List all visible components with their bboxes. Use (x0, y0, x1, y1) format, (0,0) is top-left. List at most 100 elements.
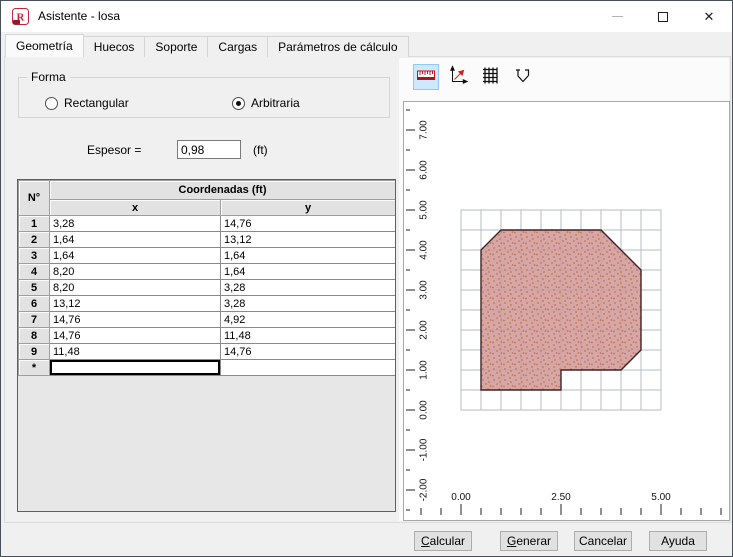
maximize-icon (658, 12, 668, 22)
calcular-button[interactable]: Calcular (414, 531, 472, 551)
cell-y[interactable]: 3,28 (221, 280, 396, 296)
cell-x[interactable]: 1,64 (50, 232, 221, 248)
coordinates-grid: N°Coordenadas (ft)xy13,2814,7621,6413,12… (17, 179, 396, 512)
tab-huecos[interactable]: Huecos (83, 36, 146, 57)
window-title: Asistente - losa (38, 9, 120, 23)
minimize-button[interactable] (594, 1, 640, 32)
tab-soporte[interactable]: Soporte (144, 36, 208, 57)
ruler-icon (416, 65, 436, 90)
robot-app-icon: R (12, 8, 29, 25)
grid-icon (480, 65, 500, 90)
radio-rectangular[interactable]: Rectangular (45, 96, 129, 110)
cell-y[interactable]: 3,28 (221, 296, 396, 312)
plot-toolbar (413, 64, 535, 90)
cell-x[interactable]: 11,48 (50, 344, 221, 360)
row-number[interactable]: 9 (19, 344, 50, 360)
svg-text:-1.00: -1.00 (419, 438, 430, 461)
dialog-window: R Asistente - losa ✕ GeometríaHuecosSopo… (0, 0, 733, 557)
radio-circle-icon (232, 97, 245, 110)
row-number[interactable]: 4 (19, 264, 50, 280)
radio-arbitraria[interactable]: Arbitraria (232, 96, 300, 110)
svg-text:2.50: 2.50 (551, 492, 571, 503)
cell-x[interactable]: 8,20 (50, 280, 221, 296)
cell-y[interactable]: 14,76 (221, 216, 396, 232)
row-number[interactable]: 1 (19, 216, 50, 232)
cell-y[interactable] (221, 360, 396, 376)
grid-tool-button[interactable] (477, 64, 503, 90)
close-button[interactable]: ✕ (686, 1, 732, 32)
table-row: 613,123,28 (19, 296, 396, 312)
cell-x[interactable]: 3,28 (50, 216, 221, 232)
svg-text:0.00: 0.00 (451, 492, 471, 503)
svg-text:5.00: 5.00 (419, 200, 430, 220)
contour-tool-button[interactable] (509, 64, 535, 90)
column-header-x: x (50, 200, 221, 216)
ayuda-button[interactable]: Ayuda (649, 531, 707, 551)
tab-strip: GeometríaHuecosSoporteCargasParámetros d… (5, 34, 408, 57)
forma-groupbox: Forma RectangularArbitraria (18, 77, 390, 118)
tab-geometr-a[interactable]: Geometría (5, 34, 84, 57)
table-row: 48,201,64 (19, 264, 396, 280)
new-row: * (19, 360, 396, 376)
cell-y[interactable]: 11,48 (221, 328, 396, 344)
geometry-tab-page: Forma RectangularArbitraria Espesor = (f… (4, 56, 731, 523)
row-number[interactable]: 2 (19, 232, 50, 248)
slab-preview-plot: 0.00 2.50 5.00 7.00 6.00 5.00 4.00 3.00 2.00 1.00… (404, 102, 729, 520)
row-number[interactable]: 3 (19, 248, 50, 264)
svg-text:7.00: 7.00 (419, 120, 430, 140)
new-row-marker: * (19, 360, 50, 376)
cell-y[interactable]: 4,92 (221, 312, 396, 328)
plot-frame: 0.00 2.50 5.00 7.00 6.00 5.00 4.00 3.00 2.00 1.00… (403, 101, 730, 521)
generar-button[interactable]: Generar (500, 531, 558, 551)
radio-label: Rectangular (64, 96, 129, 110)
forma-legend: Forma (27, 70, 70, 84)
radio-label: Arbitraria (251, 96, 300, 110)
corner-header: N° (19, 181, 50, 216)
forma-options: Rectangular Arbitraria (19, 96, 389, 112)
svg-text:2.00: 2.00 (419, 320, 430, 340)
cell-x[interactable]: 8,20 (50, 264, 221, 280)
cell-x[interactable]: 14,76 (50, 312, 221, 328)
close-icon: ✕ (704, 10, 715, 23)
cell-x[interactable]: 13,12 (50, 296, 221, 312)
radio-circle-icon (45, 97, 58, 110)
column-header-y: y (221, 200, 396, 216)
cell-x[interactable]: 14,76 (50, 328, 221, 344)
selected-edit-cell[interactable] (50, 360, 221, 376)
svg-text:4.00: 4.00 (419, 240, 430, 260)
table-row: 911,4814,76 (19, 344, 396, 360)
svg-text:3.00: 3.00 (419, 280, 430, 300)
cell-y[interactable]: 1,64 (221, 248, 396, 264)
table-row: 814,7611,48 (19, 328, 396, 344)
maximize-button[interactable] (640, 1, 686, 32)
table-row: 58,203,28 (19, 280, 396, 296)
tab-par-metros-de-c-lculo[interactable]: Parámetros de cálculo (267, 36, 408, 57)
contour-icon (512, 65, 532, 90)
cell-y[interactable]: 13,12 (221, 232, 396, 248)
cell-x[interactable]: 1,64 (50, 248, 221, 264)
cell-y[interactable]: 14,76 (221, 344, 396, 360)
espesor-label: Espesor = (87, 143, 141, 157)
row-number[interactable]: 8 (19, 328, 50, 344)
plot-host: 0.00 2.50 5.00 7.00 6.00 5.00 4.00 3.00 2.00 1.00… (399, 58, 729, 521)
group-header: Coordenadas (ft) (50, 181, 396, 200)
row-number[interactable]: 6 (19, 296, 50, 312)
svg-text:6.00: 6.00 (419, 160, 430, 180)
espesor-input[interactable] (177, 140, 241, 159)
cell-y[interactable]: 1,64 (221, 264, 396, 280)
table-row: 714,764,92 (19, 312, 396, 328)
ruler-tool-button[interactable] (413, 64, 439, 90)
row-number[interactable]: 7 (19, 312, 50, 328)
table-row: 21,6413,12 (19, 232, 396, 248)
svg-text:5.00: 5.00 (651, 492, 671, 503)
title-bar: R Asistente - losa ✕ (1, 1, 732, 32)
row-number[interactable]: 5 (19, 280, 50, 296)
svg-text:1.00: 1.00 (419, 360, 430, 380)
axes-tool-button[interactable] (445, 64, 471, 90)
tab-cargas[interactable]: Cargas (207, 36, 268, 57)
svg-text:0.00: 0.00 (419, 400, 430, 420)
table-row: 31,641,64 (19, 248, 396, 264)
coordinates-table: N°Coordenadas (ft)xy13,2814,7621,6413,12… (18, 180, 396, 376)
cancelar-button[interactable]: Cancelar (574, 531, 632, 551)
svg-text:-2.00: -2.00 (419, 478, 430, 501)
